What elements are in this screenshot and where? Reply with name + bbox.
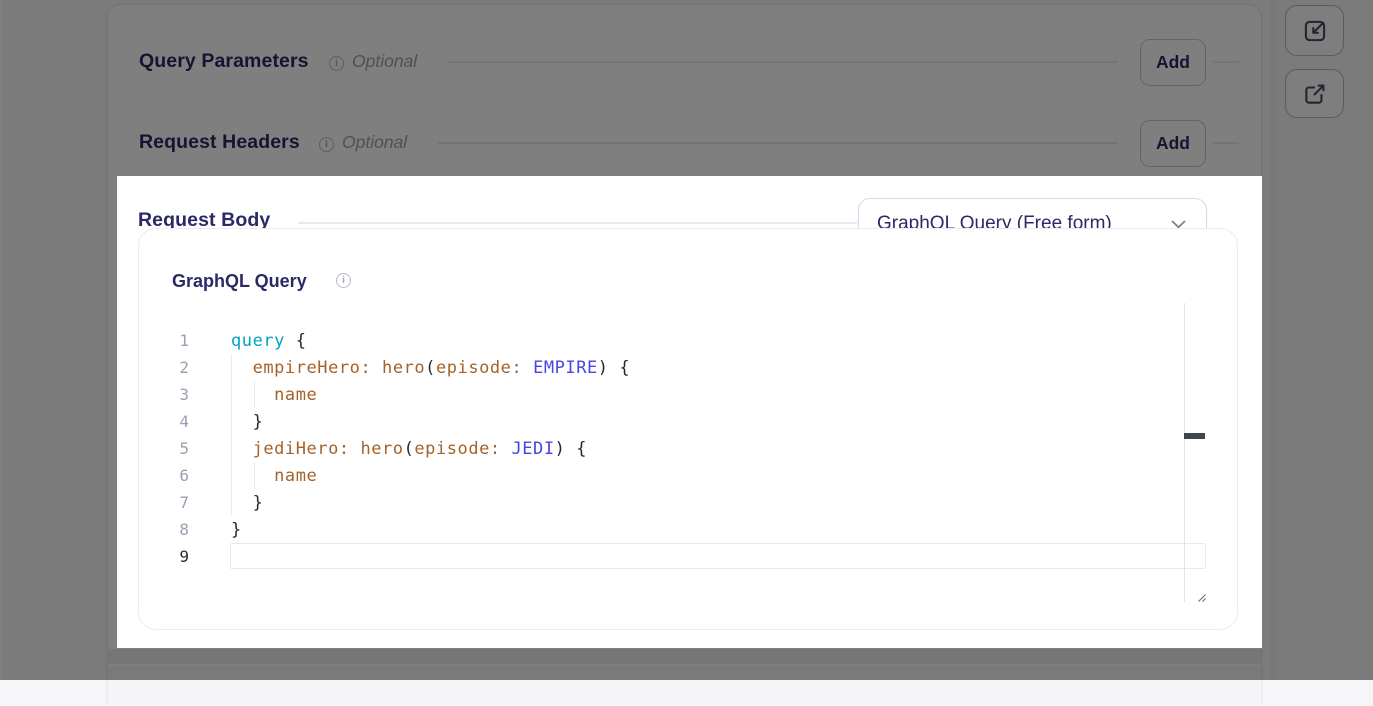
code-line[interactable]: 1 query { <box>139 327 1208 354</box>
code-text: empireHero: hero(episode: EMPIRE) { <box>231 358 630 378</box>
code-line[interactable]: 4 } <box>139 408 1208 435</box>
code-text: jediHero: hero(episode: JEDI) { <box>231 439 587 459</box>
code-line[interactable]: 6 name <box>139 462 1208 489</box>
line-number: 8 <box>139 520 189 539</box>
resize-handle[interactable] <box>1195 590 1207 602</box>
graphql-query-editor[interactable]: 1 query { 2 empireHero: hero(episode: EMPI… <box>139 303 1208 602</box>
line-number: 6 <box>139 466 189 485</box>
request-body-section: Request Body GraphQL Query (Free form) G… <box>117 176 1262 648</box>
code-text: name <box>231 385 317 405</box>
code-text: } <box>231 520 242 540</box>
line-number: 1 <box>139 331 189 350</box>
line-number: 9 <box>139 547 189 566</box>
code-text: } <box>231 493 263 513</box>
line-number: 3 <box>139 385 189 404</box>
line-number: 2 <box>139 358 189 377</box>
line-number: 5 <box>139 439 189 458</box>
request-body-divider <box>298 222 857 224</box>
line-number: 4 <box>139 412 189 431</box>
line-number: 7 <box>139 493 189 512</box>
code-line[interactable]: 7 } <box>139 489 1208 516</box>
graphql-query-card: GraphQL Query i 1 query { 2 empireHero: he… <box>138 228 1238 630</box>
code-text: } <box>231 412 263 432</box>
code-text: name <box>231 466 317 486</box>
graphql-query-label: GraphQL Query <box>172 271 307 292</box>
code-line[interactable]: 9 <box>139 543 1208 570</box>
code-line[interactable]: 5 jediHero: hero(episode: JEDI) { <box>139 435 1208 462</box>
code-line[interactable]: 8} <box>139 516 1208 543</box>
code-line[interactable]: 3 name <box>139 381 1208 408</box>
code-text: query { <box>231 331 307 351</box>
graphql-query-info-icon[interactable]: i <box>336 273 351 288</box>
code-line[interactable]: 2 empireHero: hero(episode: EMPIRE) { <box>139 354 1208 381</box>
